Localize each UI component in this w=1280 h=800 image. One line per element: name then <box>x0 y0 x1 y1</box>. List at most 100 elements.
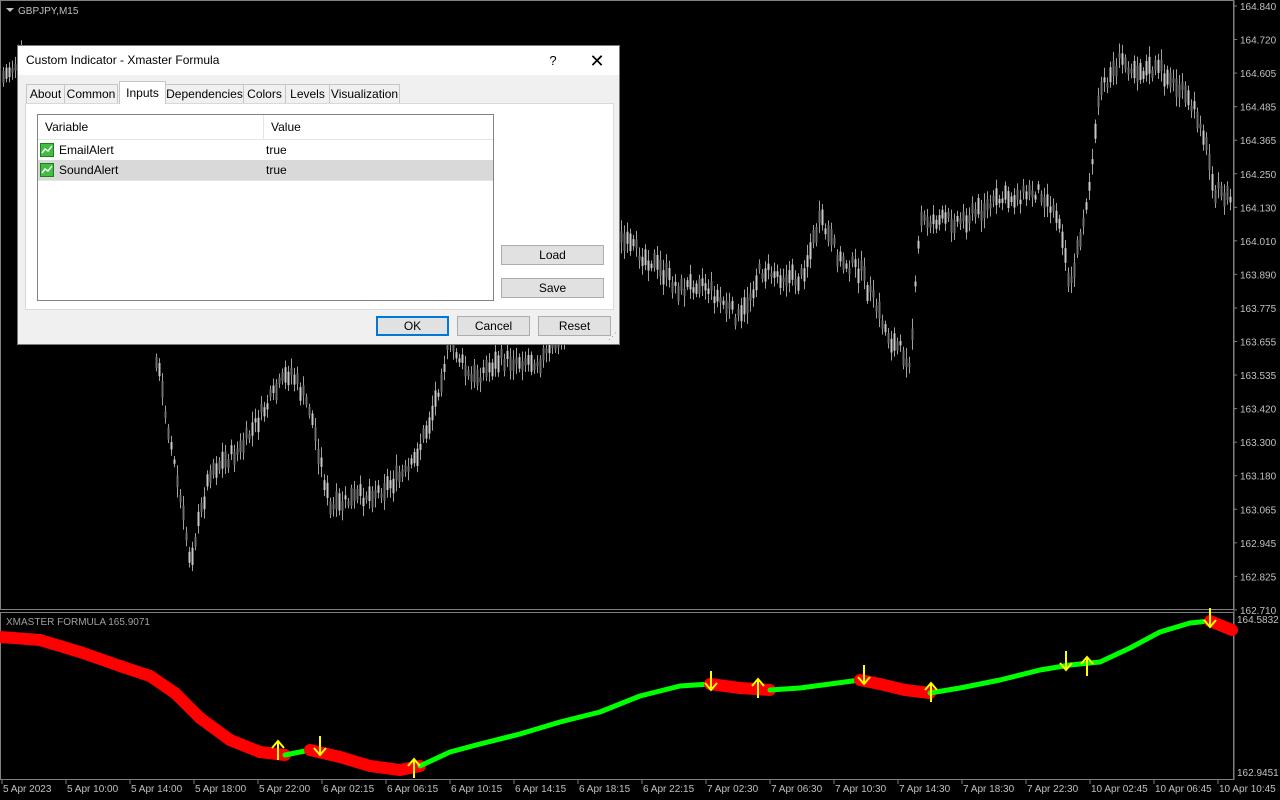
candle-body <box>404 465 407 472</box>
candle-body <box>173 459 176 464</box>
candle-body <box>467 370 470 376</box>
candle-body <box>1055 210 1058 223</box>
candle-body <box>425 425 428 439</box>
time-tick-label: 7 Apr 10:30 <box>835 784 887 795</box>
input-value[interactable]: true <box>266 160 287 180</box>
help-button[interactable]: ? <box>538 50 568 72</box>
tab-dependencies[interactable]: Dependencies <box>165 84 244 103</box>
tab-about[interactable]: About <box>26 84 65 103</box>
candle-body <box>1031 190 1034 198</box>
candle-body <box>821 209 824 226</box>
candle-body <box>167 427 170 440</box>
candle-body <box>398 471 401 482</box>
input-value[interactable]: true <box>266 140 287 160</box>
tab-colors[interactable]: Colors <box>243 84 286 103</box>
price-tick-label: 164.010 <box>1240 237 1277 248</box>
candle-body <box>716 289 719 302</box>
candle-body <box>986 199 989 211</box>
candle-body <box>191 547 194 566</box>
input-row-emailalert[interactable]: EmailAlert true <box>38 140 493 161</box>
candle-body <box>221 451 224 469</box>
candle-body <box>1145 61 1148 76</box>
candle-body <box>1196 111 1199 129</box>
candle-body <box>719 297 722 303</box>
tab-levels[interactable]: Levels <box>285 84 330 103</box>
candle-body <box>542 347 545 361</box>
candle-body <box>1076 239 1079 255</box>
candle-body <box>206 474 209 487</box>
candle-body <box>182 505 185 520</box>
candle-body <box>839 251 842 262</box>
resize-grip-icon[interactable]: ⋰ <box>608 331 617 342</box>
candle-body <box>347 501 350 506</box>
candle-body <box>815 227 818 243</box>
candle-body <box>1199 123 1202 129</box>
dialog-titlebar[interactable]: Custom Indicator - Xmaster Formula ? ✕ <box>18 46 619 75</box>
candle-body <box>1124 57 1127 70</box>
candle-body <box>992 195 995 202</box>
candle-body <box>518 357 521 369</box>
symbol-label: GBPJPY,M15 <box>18 6 79 17</box>
indicator-title: XMASTER FORMULA 165.9071 <box>6 617 150 628</box>
candle-body <box>428 417 431 434</box>
candle-body <box>305 396 308 405</box>
time-tick-label: 7 Apr 14:30 <box>899 784 951 795</box>
load-button[interactable]: Load <box>501 245 604 265</box>
candle-body <box>665 263 668 278</box>
time-tick-label: 7 Apr 22:30 <box>1027 784 1079 795</box>
candle-body <box>650 263 653 269</box>
candle-body <box>1037 184 1040 190</box>
candle-body <box>842 256 845 270</box>
tab-common[interactable]: Common <box>64 84 118 103</box>
candle-body <box>1028 184 1031 196</box>
column-variable[interactable]: Variable <box>45 115 88 139</box>
candle-body <box>341 501 344 511</box>
candle-body <box>896 341 899 351</box>
candle-body <box>704 283 707 291</box>
indicator-segment-bear <box>899 684 936 699</box>
candle-body <box>464 365 467 377</box>
time-tick-label: 10 Apr 10:45 <box>1219 784 1276 795</box>
close-button[interactable]: ✕ <box>580 50 614 72</box>
tab-visualization[interactable]: Visualization <box>329 84 400 103</box>
candle-body <box>776 271 779 277</box>
candle-body <box>911 328 914 340</box>
ok-button[interactable]: OK <box>376 316 449 336</box>
candle-body <box>671 282 674 293</box>
price-tick-label: 163.065 <box>1240 505 1277 516</box>
candle-body <box>620 231 623 243</box>
inputs-grid[interactable]: Variable Value EmailAlert true SoundAler… <box>37 114 494 301</box>
price-tick-label: 163.420 <box>1240 405 1277 416</box>
price-tick-label: 163.655 <box>1240 338 1277 349</box>
column-value[interactable]: Value <box>271 115 301 139</box>
candle-body <box>212 462 215 475</box>
candle-body <box>5 67 8 79</box>
candle-body <box>782 277 785 282</box>
candle-body <box>209 470 212 483</box>
candle-body <box>698 278 701 294</box>
candle-body <box>458 358 461 363</box>
save-button[interactable]: Save <box>501 278 604 298</box>
input-variable-name: SoundAlert <box>59 163 119 177</box>
input-row-soundalert[interactable]: SoundAlert true <box>38 160 493 181</box>
candle-body <box>695 283 698 294</box>
candle-body <box>1106 83 1109 88</box>
tab-inputs[interactable]: Inputs <box>119 81 166 104</box>
candle-body <box>923 214 926 221</box>
candle-body <box>866 284 869 301</box>
reset-button[interactable]: Reset <box>538 316 611 336</box>
cancel-button[interactable]: Cancel <box>457 316 530 336</box>
candle-body <box>281 372 284 381</box>
candle-body <box>302 385 305 396</box>
candle-body <box>1178 84 1181 98</box>
candle-body <box>179 495 182 503</box>
time-tick-label: 7 Apr 02:30 <box>707 784 759 795</box>
candle-body <box>827 225 830 242</box>
candle-body <box>1214 189 1217 204</box>
candle-body <box>278 377 281 384</box>
candle-body <box>1061 231 1064 248</box>
candle-body <box>881 320 884 329</box>
candle-body <box>1025 191 1028 200</box>
time-tick-label: 7 Apr 18:30 <box>963 784 1015 795</box>
candle-body <box>422 428 425 440</box>
